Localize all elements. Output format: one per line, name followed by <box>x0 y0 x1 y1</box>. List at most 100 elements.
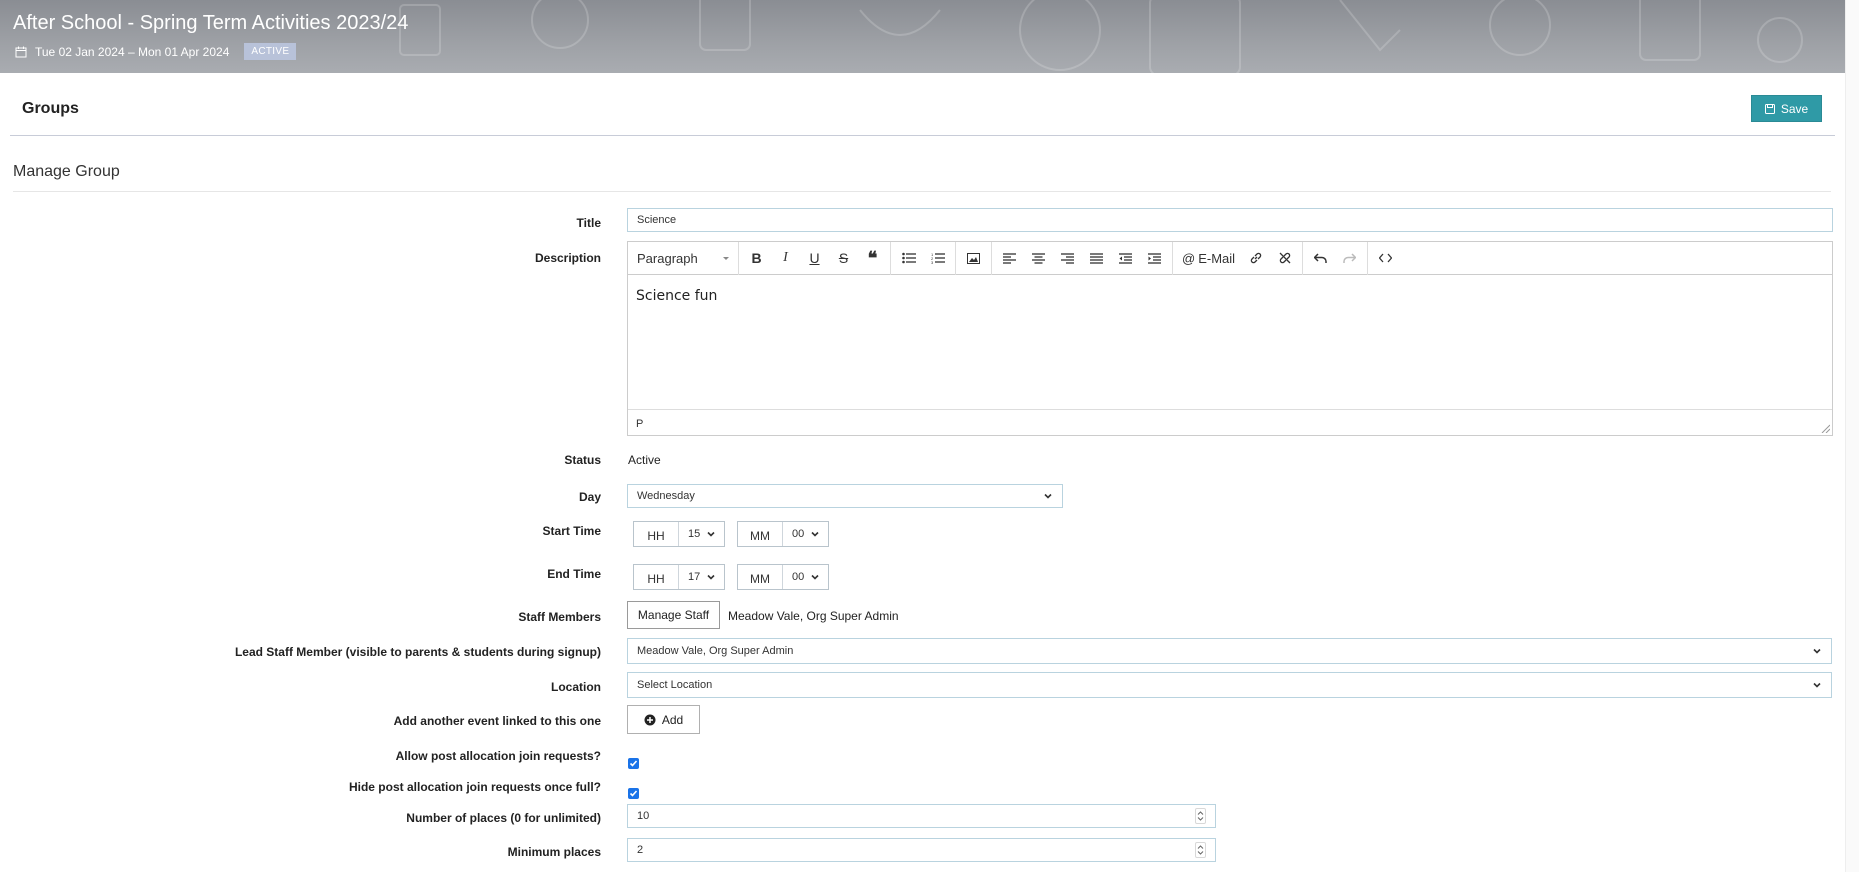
chevron-down-icon <box>1813 648 1821 654</box>
unlink-icon[interactable] <box>1270 246 1299 270</box>
start-hour-value: 15 <box>688 528 701 540</box>
status-badge: ACTIVE <box>244 43 297 60</box>
location-select[interactable]: Select Location <box>627 672 1832 698</box>
checkmark-icon <box>629 790 638 797</box>
divider <box>10 135 1835 136</box>
end-hour-select[interactable]: 17 <box>679 565 724 589</box>
hide-join-checkbox[interactable] <box>628 788 639 799</box>
editor-content[interactable]: Science fun <box>628 275 1832 409</box>
end-minute-value: 00 <box>792 571 805 583</box>
toolbar-group-format: B I U S ❝ <box>739 241 891 275</box>
lead-staff-select[interactable]: Meadow Vale, Org Super Admin <box>627 638 1832 664</box>
end-hour-value: 17 <box>688 571 701 583</box>
email-icon: @ <box>1182 250 1196 266</box>
location-label: Location <box>551 680 601 694</box>
save-icon <box>1764 103 1775 114</box>
start-minute-value: 00 <box>792 528 805 540</box>
strikethrough-icon[interactable]: S <box>829 246 858 270</box>
staff-members-value: Meadow Vale, Org Super Admin <box>728 609 899 623</box>
italic-icon[interactable]: I <box>771 246 800 270</box>
calendar-icon <box>15 46 27 57</box>
start-time-picker: HH 15 MM 00 <box>633 521 829 547</box>
chevron-down-icon <box>707 531 715 537</box>
allow-join-label: Allow post allocation join requests? <box>395 749 601 763</box>
outdent-icon[interactable] <box>1111 246 1140 270</box>
resize-handle-icon[interactable] <box>1821 424 1830 433</box>
banner-pattern <box>399 0 1803 73</box>
add-label: Add <box>661 712 684 727</box>
title-input[interactable]: Science <box>627 208 1833 232</box>
blockquote-icon[interactable]: ❝ <box>858 246 887 270</box>
staff-label: Staff Members <box>518 610 601 624</box>
lead-staff-value: Meadow Vale, Org Super Admin <box>637 645 794 657</box>
toolbar-group-lists: 123 <box>891 241 956 275</box>
email-button[interactable]: @ E-Mail <box>1176 246 1241 270</box>
toolbar-group-history <box>1303 241 1369 275</box>
end-hour-group: HH 17 <box>633 564 725 590</box>
link-icon[interactable] <box>1241 246 1270 270</box>
bold-icon[interactable]: B <box>742 246 771 270</box>
undo-icon[interactable] <box>1306 246 1335 270</box>
chevron-down-icon <box>1813 682 1821 688</box>
status-value: Active <box>628 453 661 467</box>
section-title: Manage Group <box>13 163 120 180</box>
image-icon[interactable] <box>959 246 988 270</box>
start-hour-select[interactable]: 15 <box>679 522 724 546</box>
stepper-icon[interactable] <box>1195 808 1206 824</box>
save-button[interactable]: Save <box>1751 95 1822 122</box>
toolbar-group-image <box>956 241 992 275</box>
stepper-icon[interactable] <box>1195 842 1206 858</box>
start-hh-label: HH <box>634 522 679 546</box>
description-label: Description <box>534 251 601 265</box>
groups-bar: Groups <box>0 73 1845 137</box>
linked-event-label: Add another event linked to this one <box>393 714 601 728</box>
day-select[interactable]: Wednesday <box>627 484 1063 508</box>
source-code-icon[interactable] <box>1371 246 1400 270</box>
align-left-icon[interactable] <box>995 246 1024 270</box>
align-center-icon[interactable] <box>1024 246 1053 270</box>
day-label: Day <box>578 490 601 504</box>
status-label: Status <box>564 453 601 467</box>
page-title: After School - Spring Term Activities 20… <box>13 12 409 34</box>
groups-title: Groups <box>22 100 79 117</box>
places-input[interactable]: 10 <box>627 804 1216 828</box>
date-range-text: Tue 02 Jan 2024 – Mon 01 Apr 2024 <box>35 44 230 59</box>
numbered-list-icon[interactable]: 123 <box>923 246 952 270</box>
add-event-button[interactable]: Add <box>627 705 700 734</box>
redo-icon[interactable] <box>1335 246 1364 270</box>
description-editor: Paragraph B I U S ❝ 123 @ E-Mail Science… <box>627 241 1833 436</box>
end-minute-group: MM 00 <box>737 564 829 590</box>
editor-statusbar: P <box>628 409 1832 435</box>
min-places-label: Minimum places <box>507 845 601 859</box>
underline-icon[interactable]: U <box>800 246 829 270</box>
hide-join-label: Hide post allocation join requests once … <box>348 780 601 794</box>
email-label: E-Mail <box>1198 250 1236 266</box>
location-value: Select Location <box>637 679 713 691</box>
divider <box>13 191 1831 192</box>
start-time-label: Start Time <box>542 524 601 538</box>
scrollbar[interactable] <box>1845 0 1859 872</box>
date-range: Tue 02 Jan 2024 – Mon 01 Apr 2024 ACTIVE <box>15 43 297 60</box>
start-minute-select[interactable]: 00 <box>783 522 828 546</box>
align-justify-icon[interactable] <box>1082 246 1111 270</box>
title-label: Title <box>576 216 601 230</box>
checkmark-icon <box>629 760 638 767</box>
element-path[interactable]: P <box>636 418 643 430</box>
min-places-value: 2 <box>637 844 644 856</box>
places-label: Number of places (0 for unlimited) <box>406 811 601 825</box>
places-value: 10 <box>637 810 650 822</box>
align-right-icon[interactable] <box>1053 246 1082 270</box>
format-select[interactable]: Paragraph <box>628 241 739 275</box>
allow-join-checkbox[interactable] <box>628 758 639 769</box>
manage-staff-button[interactable]: Manage Staff <box>627 601 720 629</box>
end-minute-select[interactable]: 00 <box>783 565 828 589</box>
indent-icon[interactable] <box>1140 246 1169 270</box>
chevron-down-icon <box>811 574 819 580</box>
toolbar-group-code <box>1368 242 1403 275</box>
end-time-label: End Time <box>547 567 601 581</box>
chevron-down-icon <box>707 574 715 580</box>
bullet-list-icon[interactable] <box>894 246 923 270</box>
min-places-input[interactable]: 2 <box>627 838 1216 862</box>
page-header-banner: After School - Spring Term Activities 20… <box>0 0 1845 73</box>
plus-circle-icon <box>644 714 656 725</box>
